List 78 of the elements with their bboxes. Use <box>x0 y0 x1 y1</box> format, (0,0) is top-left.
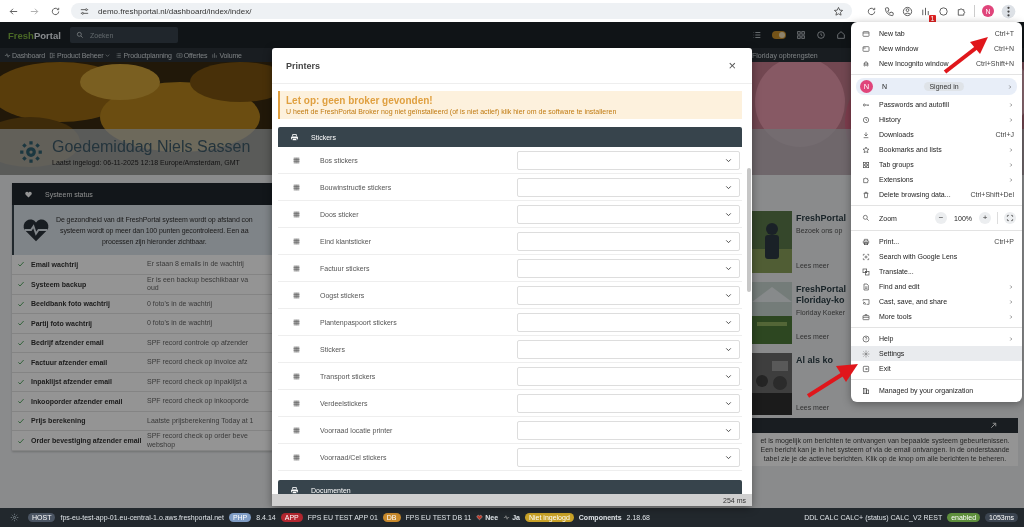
greeting-title: Goedemiddag Niels Sassen <box>52 138 251 156</box>
url-text: demo.freshportal.nl/dashboard/index/index/ <box>98 6 252 16</box>
barcode-icon <box>292 371 301 381</box>
barcode-icon <box>292 209 301 219</box>
fullscreen-icon[interactable] <box>1004 212 1016 224</box>
lens-icon <box>862 252 870 261</box>
back-icon[interactable] <box>8 5 19 17</box>
home-icon[interactable] <box>836 30 846 40</box>
grid-icon <box>862 160 870 169</box>
site-info-icon[interactable] <box>79 5 90 17</box>
puzzle-icon <box>862 175 870 184</box>
barcode-icon <box>292 290 301 300</box>
nav-icon <box>175 51 183 59</box>
scrollbar[interactable] <box>747 168 751 292</box>
alert-title: Let op: geen broker gevonden! <box>286 95 434 106</box>
zoom-out-button[interactable]: − <box>935 212 948 224</box>
nav-icon <box>4 51 11 59</box>
toggle-switch[interactable] <box>772 31 786 39</box>
pulse-icon <box>503 514 511 521</box>
nav-icon <box>211 51 219 59</box>
help-icon <box>862 334 870 343</box>
heart-icon <box>24 189 33 199</box>
annotation-arrow <box>806 364 858 398</box>
nav-icon <box>115 51 123 59</box>
barcode-icon <box>292 452 301 462</box>
barcode-icon <box>292 317 301 327</box>
settings-icon[interactable] <box>10 513 19 522</box>
exit-icon <box>862 364 870 373</box>
window-icon <box>862 44 870 53</box>
history-icon <box>862 115 870 124</box>
download-icon <box>862 130 870 139</box>
history-icon[interactable] <box>816 30 826 40</box>
star-icon[interactable] <box>833 5 844 17</box>
zoom-in-button[interactable]: + <box>979 212 991 224</box>
barcode-icon <box>292 398 301 408</box>
extension-icon[interactable] <box>938 5 949 17</box>
nav-icon <box>48 51 56 59</box>
extension-icon[interactable] <box>902 5 913 17</box>
card-title: FreshPortal Floriday-ko <box>796 284 847 306</box>
settings-icon <box>862 349 870 358</box>
address-bar[interactable]: demo.freshportal.nl/dashboard/index/index/ <box>71 3 852 19</box>
extension-icon[interactable] <box>920 5 931 17</box>
cast-icon <box>862 297 870 306</box>
logo[interactable]: FreshPortal <box>8 29 64 41</box>
trash-icon <box>862 190 870 199</box>
barcode-icon <box>292 236 301 246</box>
printer-icon <box>862 237 870 246</box>
printer-icon <box>290 132 299 142</box>
card-title: FreshPortal <box>796 213 847 224</box>
barcode-icon <box>292 155 301 165</box>
close-button[interactable]: × <box>726 59 738 72</box>
card-title: Al als ko <box>796 355 834 366</box>
toolbox-icon <box>862 312 870 321</box>
extension-icon[interactable] <box>866 5 877 17</box>
forward-icon[interactable] <box>29 5 40 17</box>
grid-icon[interactable] <box>796 30 806 40</box>
barcode-icon <box>292 263 301 273</box>
star-icon <box>862 145 870 154</box>
building-icon <box>862 386 870 395</box>
barcode-icon <box>292 182 301 192</box>
barcode-icon <box>292 425 301 435</box>
menu-icon[interactable] <box>1001 3 1016 19</box>
translate-icon <box>862 267 870 276</box>
tab-icon <box>862 29 870 38</box>
search-icon <box>862 214 870 222</box>
list-icon[interactable] <box>752 30 762 40</box>
key-icon <box>862 100 870 109</box>
expand-icon[interactable] <box>989 421 998 430</box>
settings-icon <box>18 139 44 165</box>
barcode-icon <box>292 344 301 354</box>
heart-icon <box>476 514 484 521</box>
document-icon <box>862 282 870 291</box>
reload-icon[interactable] <box>50 5 61 17</box>
search-icon <box>76 31 84 39</box>
puzzle-icon[interactable] <box>956 5 967 17</box>
phone-icon[interactable] <box>884 5 895 17</box>
dialog-title: Printers <box>286 60 320 71</box>
incognito-icon <box>862 59 870 68</box>
